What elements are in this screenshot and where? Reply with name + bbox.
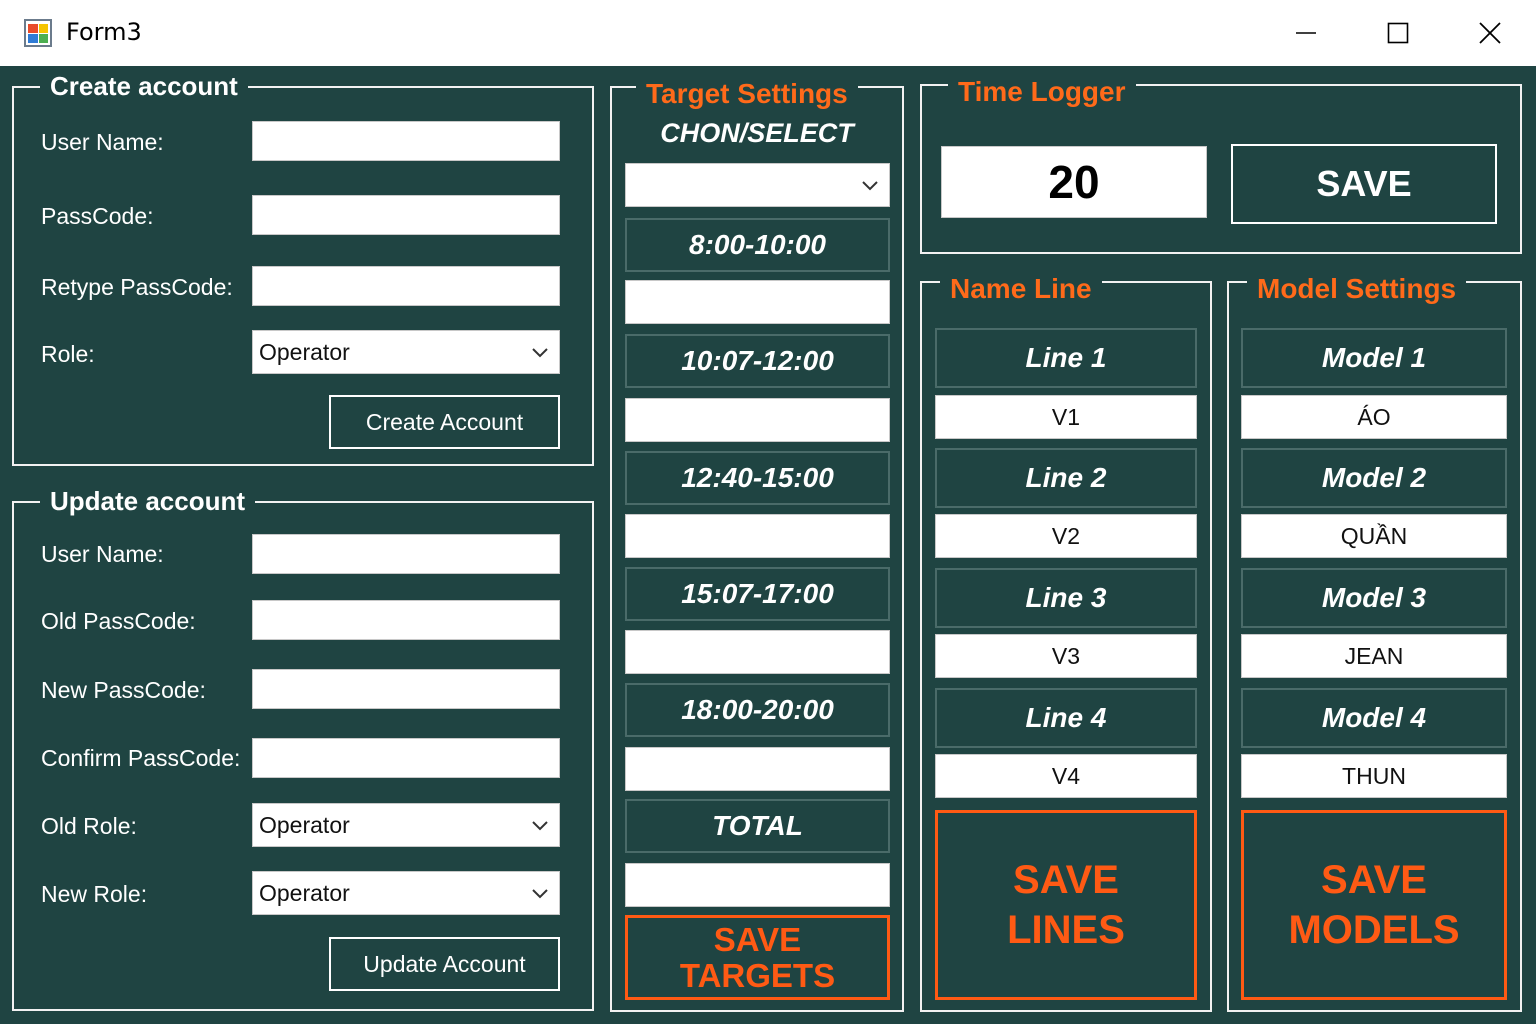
save-lines-line2: LINES — [1007, 908, 1125, 952]
chevron-down-icon — [532, 348, 548, 358]
update-old-passcode-label: Old PassCode: — [41, 608, 196, 634]
model-1-value[interactable]: ÁO — [1241, 395, 1507, 439]
create-retype-label: Retype PassCode: — [41, 274, 233, 300]
create-username-label: User Name: — [41, 129, 164, 155]
update-new-role-select[interactable]: Operator — [252, 871, 560, 915]
chevron-down-icon — [862, 181, 878, 191]
time-logger-title: Time Logger — [948, 74, 1136, 110]
update-confirm-input[interactable] — [252, 738, 560, 778]
line-4-label: Line 4 — [935, 688, 1197, 748]
time-logger-input[interactable]: 20 — [941, 146, 1207, 218]
save-models-line2: MODELS — [1288, 908, 1460, 952]
chevron-down-icon — [532, 821, 548, 831]
update-new-role-value: Operator — [259, 880, 350, 906]
save-targets-line2: TARGETS — [679, 956, 836, 994]
model-3-value[interactable]: JEAN — [1241, 634, 1507, 678]
chevron-down-icon — [532, 889, 548, 899]
save-lines-button[interactable]: SAVE LINES — [935, 810, 1197, 1000]
create-role-label: Role: — [41, 341, 95, 367]
time-slot-3: 12:40-15:00 — [625, 451, 890, 505]
target-input-5[interactable] — [625, 747, 890, 791]
model-2-label: Model 2 — [1241, 448, 1507, 508]
line-2-value[interactable]: V2 — [935, 514, 1197, 558]
model-4-value[interactable]: THUN — [1241, 754, 1507, 798]
target-input-2[interactable] — [625, 398, 890, 442]
update-username-input[interactable] — [252, 534, 560, 574]
update-username-label: User Name: — [41, 541, 164, 567]
model-3-label: Model 3 — [1241, 568, 1507, 628]
save-targets-button[interactable]: SAVE TARGETS — [625, 915, 890, 1000]
create-passcode-label: PassCode: — [41, 203, 154, 229]
total-input[interactable] — [625, 863, 890, 907]
update-old-passcode-input[interactable] — [252, 600, 560, 640]
save-targets-line1: SAVE — [713, 920, 802, 958]
save-lines-line1: SAVE — [1013, 858, 1119, 902]
save-models-line1: SAVE — [1321, 858, 1427, 902]
window-title: Form3 — [66, 18, 142, 46]
time-logger-save-button[interactable]: SAVE — [1231, 144, 1497, 224]
time-slot-2: 10:07-12:00 — [625, 334, 890, 388]
target-input-1[interactable] — [625, 280, 890, 324]
maximize-button[interactable] — [1352, 0, 1444, 66]
line-3-value[interactable]: V3 — [935, 634, 1197, 678]
target-input-4[interactable] — [625, 630, 890, 674]
create-retype-input[interactable] — [252, 266, 560, 306]
title-bar: Form3 — [0, 0, 1536, 66]
update-new-passcode-input[interactable] — [252, 669, 560, 709]
time-slot-4: 15:07-17:00 — [625, 567, 890, 621]
model-2-value[interactable]: QUẦN — [1241, 514, 1507, 558]
model-1-label: Model 1 — [1241, 328, 1507, 388]
form-client-area: Create account User Name: PassCode: Rety… — [0, 66, 1536, 1024]
create-role-select[interactable]: Operator — [252, 330, 560, 374]
maximize-icon — [1387, 22, 1409, 44]
line-3-label: Line 3 — [935, 568, 1197, 628]
line-1-value[interactable]: V1 — [935, 395, 1197, 439]
update-account-title: Update account — [40, 483, 256, 519]
update-new-passcode-label: New PassCode: — [41, 677, 206, 703]
app-icon — [24, 19, 52, 47]
line-1-label: Line 1 — [935, 328, 1197, 388]
total-label: TOTAL — [625, 799, 890, 853]
create-account-title: Create account — [40, 68, 248, 104]
update-account-button[interactable]: Update Account — [329, 937, 560, 991]
save-models-button[interactable]: SAVE MODELS — [1241, 810, 1507, 1000]
close-button[interactable] — [1444, 0, 1536, 66]
model-settings-title: Model Settings — [1247, 271, 1467, 307]
target-select[interactable] — [625, 163, 890, 207]
line-4-value[interactable]: V4 — [935, 754, 1197, 798]
create-passcode-input[interactable] — [252, 195, 560, 235]
update-old-role-select[interactable]: Operator — [252, 803, 560, 847]
close-icon — [1479, 22, 1501, 44]
model-4-label: Model 4 — [1241, 688, 1507, 748]
line-2-label: Line 2 — [935, 448, 1197, 508]
update-old-role-value: Operator — [259, 812, 350, 838]
minimize-icon — [1296, 32, 1316, 34]
target-input-3[interactable] — [625, 514, 890, 558]
update-confirm-label: Confirm PassCode: — [41, 745, 241, 771]
name-line-title: Name Line — [940, 271, 1102, 307]
minimize-button[interactable] — [1260, 0, 1352, 66]
select-label: CHON/SELECT — [660, 118, 854, 148]
update-old-role-label: Old Role: — [41, 813, 137, 839]
time-slot-1: 8:00-10:00 — [625, 218, 890, 272]
create-account-button[interactable]: Create Account — [329, 395, 560, 449]
create-role-value: Operator — [259, 339, 350, 365]
create-username-input[interactable] — [252, 121, 560, 161]
time-slot-5: 18:00-20:00 — [625, 683, 890, 737]
target-settings-title: Target Settings — [636, 76, 858, 112]
update-new-role-label: New Role: — [41, 881, 148, 907]
